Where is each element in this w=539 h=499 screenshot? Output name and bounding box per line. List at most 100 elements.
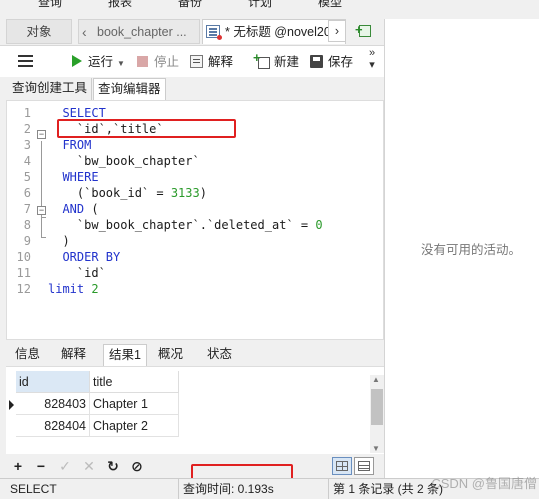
new-tab-icon[interactable]: [352, 20, 378, 42]
new-label: 新建: [274, 55, 300, 69]
save-icon: [310, 55, 323, 68]
watermark: CSDN @鲁国唐僧: [431, 476, 537, 491]
fold-collapse-icon[interactable]: −: [37, 130, 46, 139]
menu-item-backup[interactable]: 备份: [178, 0, 202, 10]
scrollbar-thumb[interactable]: [371, 389, 383, 425]
activity-panel: 没有可用的活动。: [384, 19, 539, 478]
save-label: 保存: [328, 55, 354, 69]
tab-query-editor[interactable]: 查询编辑器: [93, 78, 166, 100]
sql-number: 0: [315, 218, 323, 232]
line-number: 10: [16, 250, 31, 264]
sql-keyword: FROM: [48, 138, 92, 152]
line-number: 1: [23, 106, 31, 120]
table-cell-title[interactable]: Chapter 1: [90, 393, 179, 415]
stop-load-icon[interactable]: ⊘: [129, 457, 145, 475]
menu-item-schedule[interactable]: 计划: [248, 0, 272, 10]
menu-item-model[interactable]: 模型: [318, 0, 342, 10]
line-number: 8: [23, 218, 31, 232]
tab-book-chapter-label: book_chapter ...: [97, 25, 187, 39]
sql-keyword: SELECT: [48, 106, 106, 120]
menu-item-report[interactable]: 报表: [108, 0, 132, 10]
code-text: ): [48, 233, 70, 249]
tab-info[interactable]: 信息: [10, 344, 45, 366]
tab-overview[interactable]: 概况: [153, 344, 188, 366]
code-text: `id`,`title`: [48, 121, 164, 137]
line-number: 12: [16, 282, 31, 296]
result-tabs: 信息 解释 结果1 概况 状态: [6, 342, 384, 366]
sql-number: 3133: [170, 186, 200, 200]
delete-record-icon[interactable]: −: [33, 457, 49, 475]
run-button[interactable]: 运行 ▼: [72, 52, 125, 72]
sql-keyword: AND: [48, 202, 85, 216]
sql-text: ): [199, 186, 207, 200]
column-header-title[interactable]: title: [90, 371, 179, 393]
toolbar-overflow-icon[interactable]: » ▾: [366, 47, 378, 71]
scroll-down-icon[interactable]: ▼: [372, 444, 380, 453]
sql-editor[interactable]: − − 1 SELECT 2 `id`,`title` 3 FROM 4 `bw_bo…: [6, 100, 384, 340]
sql-text: `id`,`title`: [48, 122, 164, 136]
table-cell-title[interactable]: Chapter 2: [90, 415, 179, 437]
sql-text: (`book_id` =: [48, 186, 171, 200]
sql-text: ): [48, 234, 70, 248]
chevron-down-icon[interactable]: ▼: [117, 59, 125, 68]
tab-query-builder[interactable]: 查询创建工具: [8, 78, 93, 100]
fold-guide-end: [41, 237, 46, 238]
grid-action-bar: + − ✓ ✕ ↻ ⊘: [6, 454, 384, 499]
explain-label: 解释: [208, 55, 234, 69]
sql-keyword: limit: [48, 282, 85, 296]
new-button[interactable]: 新建: [253, 48, 300, 72]
tab-untitled-query[interactable]: * 无标题 @novel20: [202, 19, 346, 44]
line-number: 3: [23, 138, 31, 152]
discard-changes-icon[interactable]: ✕: [81, 457, 97, 475]
sql-text: `bw_book_chapter`: [48, 154, 200, 168]
grid-view-button[interactable]: [332, 457, 352, 475]
form-view-button[interactable]: [354, 457, 374, 475]
column-header-id[interactable]: id: [16, 371, 90, 393]
stop-square-icon: [137, 56, 148, 67]
tab-objects[interactable]: 对象: [6, 19, 72, 44]
line-number: 2: [23, 122, 31, 136]
result-grid[interactable]: id title 828403 Chapter 1 828404 Chapter…: [6, 366, 384, 454]
code-text: `bw_book_chapter`: [48, 153, 200, 169]
line-number: 7: [23, 202, 31, 216]
table-cell-id[interactable]: 828403: [16, 393, 90, 415]
sql-text: `id`: [48, 266, 106, 280]
menu-bar: 查询 报表 备份 计划 模型: [0, 0, 539, 10]
sql-number: 2: [91, 282, 99, 296]
query-toolbar: 运行▼ 停止 解释 新建 保存 »▾: [0, 45, 384, 77]
status-query-time: 查询时间: 0.193s: [178, 479, 326, 499]
tab-scroll-right-button[interactable]: ›: [328, 20, 346, 42]
code-text: AND (: [48, 201, 99, 217]
sql-keyword: WHERE: [48, 170, 99, 184]
tab-bar: 对象 ‹ book_chapter ... * 无标题 @novel20 ›: [0, 19, 384, 44]
explain-button[interactable]: 解释: [190, 52, 233, 72]
code-text: `bw_book_chapter`.`deleted_at` = 0: [48, 217, 323, 233]
chevron-left-icon: ‹: [82, 24, 87, 40]
line-number: 4: [23, 154, 31, 168]
fold-guide: [41, 217, 42, 237]
tab-result1[interactable]: 结果1: [103, 344, 147, 366]
add-record-icon[interactable]: +: [10, 457, 26, 475]
stop-button[interactable]: 停止: [137, 52, 179, 72]
fold-collapse-icon[interactable]: −: [37, 206, 46, 215]
table-cell-id[interactable]: 828404: [16, 415, 90, 437]
editor-mode-tabs: 查询创建工具 查询编辑器: [0, 77, 384, 100]
line-number: 5: [23, 170, 31, 184]
run-label: 运行: [88, 55, 114, 69]
apply-changes-icon[interactable]: ✓: [57, 457, 73, 475]
sql-text: (: [84, 202, 99, 216]
refresh-icon[interactable]: ↻: [105, 457, 121, 475]
code-text: ORDER BY: [48, 249, 120, 265]
tab-status[interactable]: 状态: [202, 344, 237, 366]
tab-untitled-query-label: * 无标题 @novel20: [225, 25, 331, 39]
menu-hamburger-icon[interactable]: [18, 55, 33, 67]
tab-book-chapter[interactable]: ‹ book_chapter ...: [78, 19, 200, 44]
save-button[interactable]: 保存: [310, 52, 353, 72]
grid-vertical-scrollbar[interactable]: ▲ ▼: [370, 375, 384, 453]
menu-item-query[interactable]: 查询: [38, 0, 62, 10]
play-icon: [72, 55, 82, 67]
line-number: 6: [23, 186, 31, 200]
scroll-up-icon[interactable]: ▲: [372, 375, 380, 384]
tab-explain[interactable]: 解释: [56, 344, 91, 366]
sql-text: `bw_book_chapter`.`deleted_at` =: [48, 218, 316, 232]
